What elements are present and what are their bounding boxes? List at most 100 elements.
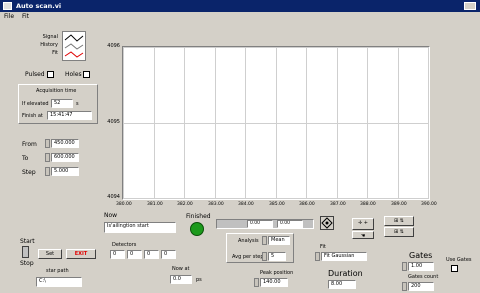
legend-signal-line: [64, 34, 84, 42]
fit-spinner[interactable]: [315, 252, 320, 261]
y-axis: 4096 4095 4094: [100, 40, 120, 210]
menu-file[interactable]: File: [4, 13, 14, 20]
progress-left-value: 0.00: [247, 220, 273, 228]
x-tick-label: 385.00: [269, 202, 285, 207]
finished-led: [190, 222, 204, 236]
detector-4: 0: [161, 250, 176, 259]
holes-checkbox[interactable]: [83, 71, 90, 78]
path-input[interactable]: C:\: [36, 277, 82, 287]
to-input[interactable]: 600.000: [51, 153, 79, 162]
x-tick-label: 390.00: [421, 202, 437, 207]
acquisition-title: Acquisition time: [36, 88, 77, 94]
app-icon: [3, 2, 12, 10]
now-at-unit: ps: [196, 277, 202, 283]
x-tick-label: 381.00: [147, 202, 163, 207]
x-tick-label: 383.00: [208, 202, 224, 207]
peak-spinner[interactable]: [254, 278, 259, 287]
duration-field: 8.00: [328, 280, 356, 289]
window-controls[interactable]: [464, 2, 476, 10]
legend-fit: Fit: [52, 50, 58, 56]
from-label: From: [22, 141, 37, 148]
pulsed-checkbox[interactable]: [47, 71, 54, 78]
peak-position-input[interactable]: 140.00: [260, 278, 288, 287]
avg-per-step-input[interactable]: 5: [268, 252, 286, 261]
fit-select[interactable]: Fit Gaussian: [321, 252, 367, 261]
use-gates-label: Use Gates: [446, 257, 472, 263]
fit-label: Fit: [320, 244, 326, 250]
avg-per-step-label: Avg per step: [232, 254, 264, 260]
legend-signal: Signal: [42, 34, 58, 40]
gates-count-input[interactable]: 200: [408, 282, 434, 291]
plot-legend-labels: Signal History Fit: [34, 33, 58, 57]
step-spinner[interactable]: [45, 167, 50, 176]
step-input[interactable]: 5.000: [51, 167, 79, 176]
x-tick-label: 384.00: [238, 202, 254, 207]
set-button[interactable]: Set: [38, 249, 62, 259]
plot-legend[interactable]: [62, 31, 86, 61]
x-tick-label: 388.00: [360, 202, 376, 207]
x-tick-label: 387.00: [330, 202, 346, 207]
legend-history-line: [64, 43, 84, 50]
legend-history: History: [40, 42, 58, 48]
elapsed-unit: s: [76, 101, 79, 107]
y-tick-label: 4096: [107, 43, 120, 49]
now-at-label: Now at: [172, 266, 190, 272]
to-spinner[interactable]: [45, 153, 50, 162]
x-tick-label: 386.00: [299, 202, 315, 207]
elapsed-field: 52: [51, 99, 73, 108]
gates-count-spinner[interactable]: [402, 282, 407, 291]
menu-fit[interactable]: Fit: [22, 13, 29, 20]
gates-count-label: Gates count: [408, 274, 439, 280]
from-input[interactable]: 450.000: [51, 139, 79, 148]
detector-2: 0: [127, 250, 142, 259]
x-tick-label: 382.00: [177, 202, 193, 207]
holes-label: Holes: [65, 71, 82, 78]
use-gates-checkbox[interactable]: [451, 265, 458, 272]
progress-right-value: 0.00: [277, 220, 303, 228]
x-scale-button[interactable]: ⊞ ⇅: [384, 216, 414, 226]
to-label: To: [22, 155, 29, 162]
pulsed-label: Pulsed: [25, 71, 45, 78]
finish-label: Finish at: [22, 113, 43, 119]
now-label: Now: [104, 212, 118, 219]
x-axis: 380.00 381.00 382.00 383.00 384.00 385.00 386.…: [116, 202, 438, 210]
window-title: Auto scan.vi: [16, 2, 62, 10]
menu-bar: File Fit: [0, 12, 480, 21]
stop-label: Stop: [20, 260, 34, 267]
duration-label: Duration: [328, 269, 363, 278]
navigation-diamond-button[interactable]: [320, 216, 334, 230]
x-tick-label: 389.00: [391, 202, 407, 207]
finished-label: Finished: [186, 213, 211, 220]
now-field: Is'ailingtion start: [104, 222, 176, 233]
plot-area[interactable]: [122, 46, 430, 200]
y-scale-button[interactable]: ⊞ ⇅: [384, 227, 414, 237]
step-label: Step: [22, 169, 36, 176]
detectors-label: Detectors: [112, 242, 137, 248]
hand-tool-button[interactable]: ☚: [352, 231, 374, 239]
y-tick-label: 4094: [107, 194, 120, 200]
peak-position-label: Peak position: [260, 270, 294, 276]
gates-label: Gates: [409, 251, 433, 260]
detector-1: 0: [110, 250, 125, 259]
gates-input[interactable]: 1.00: [408, 262, 434, 271]
x-tick-label: 380.00: [116, 202, 132, 207]
elapsed-label: If elevated: [22, 101, 49, 107]
y-tick-label: 4095: [107, 119, 120, 125]
legend-fit-line: [64, 51, 84, 58]
avg-spinner[interactable]: [262, 252, 267, 261]
from-spinner[interactable]: [45, 139, 50, 148]
start-label: Start: [20, 238, 35, 245]
gates-spinner[interactable]: [402, 262, 407, 271]
chart-grid: [123, 47, 429, 199]
analysis-label: Analysis: [238, 238, 259, 244]
start-stop-toggle[interactable]: [22, 246, 29, 258]
finish-field: 15:41:47: [47, 111, 92, 120]
zoom-tool-button[interactable]: ✛ +: [352, 218, 374, 230]
now-at-field: 0.0: [170, 275, 192, 284]
exit-button[interactable]: EXIT: [66, 249, 96, 259]
analysis-spinner[interactable]: [262, 236, 267, 245]
progress-bar: 0.00 0.00: [216, 219, 314, 229]
analysis-select[interactable]: Mean: [268, 236, 290, 245]
path-label: star path: [46, 268, 69, 274]
detector-3: 0: [144, 250, 159, 259]
